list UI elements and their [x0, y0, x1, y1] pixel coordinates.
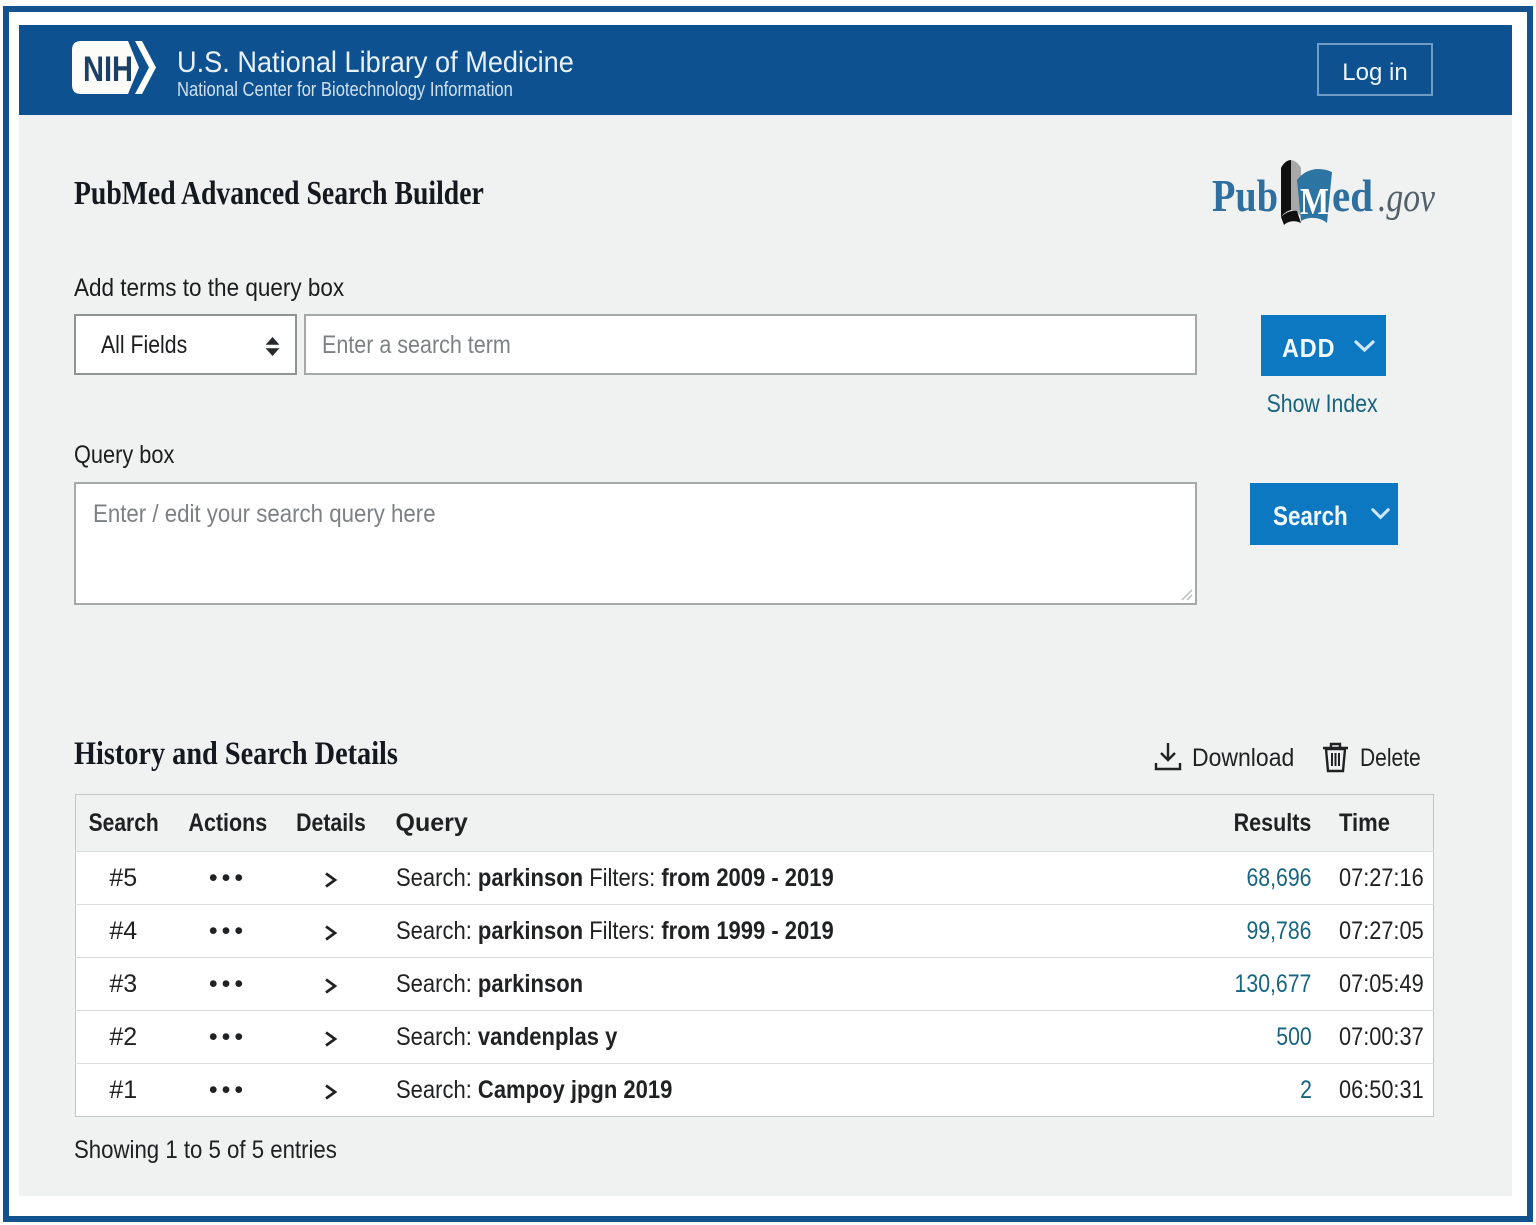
svg-text:.gov: .gov	[1378, 174, 1436, 220]
svg-text:Pub: Pub	[1212, 170, 1278, 221]
svg-text:ed: ed	[1332, 170, 1373, 221]
svg-text:M: M	[1300, 181, 1329, 223]
svg-text:NIH: NIH	[83, 50, 133, 89]
